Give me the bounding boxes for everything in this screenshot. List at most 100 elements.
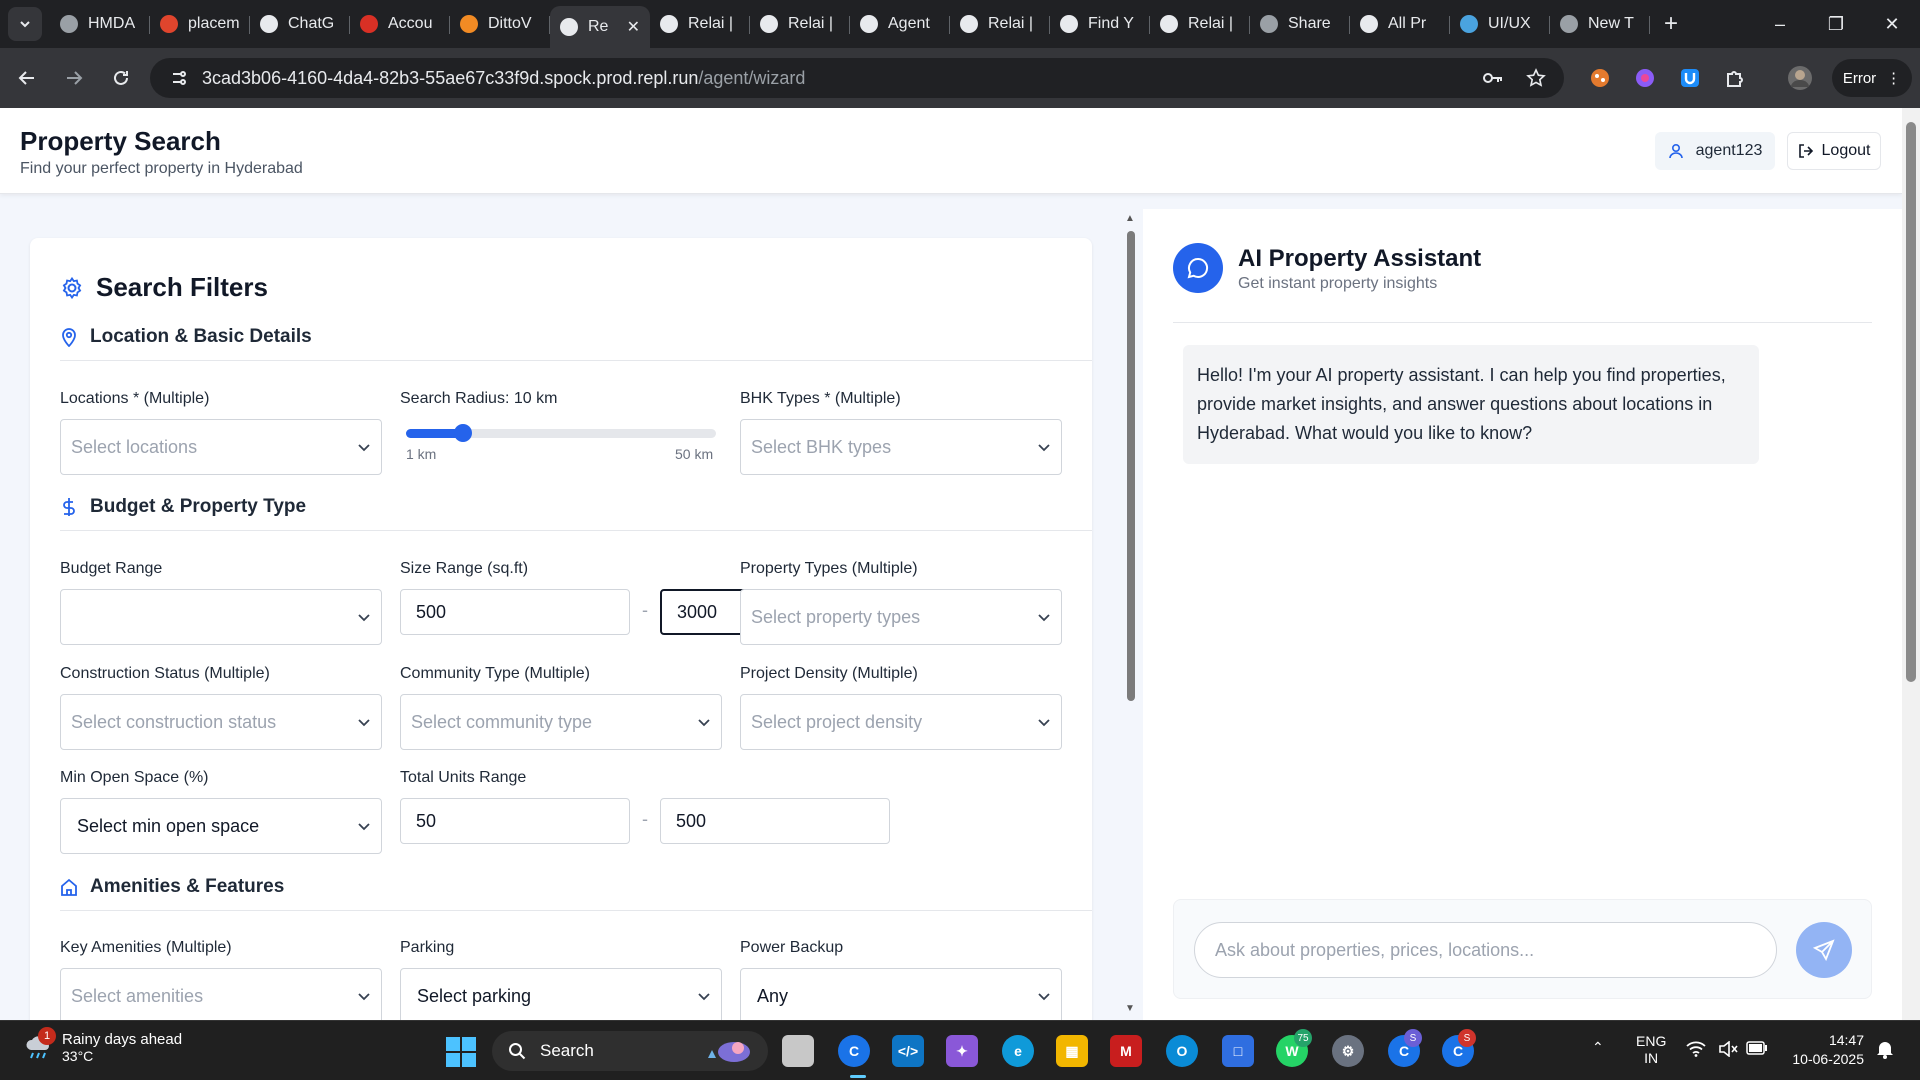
bhk-select[interactable]: Select BHK types: [740, 419, 1062, 475]
wifi-icon[interactable]: [1686, 1041, 1706, 1060]
browser-tab[interactable]: placem: [150, 6, 250, 42]
volume-muted-icon[interactable]: [1718, 1040, 1738, 1060]
browser-tab[interactable]: UI/UX: [1450, 6, 1550, 42]
cortana-taskbar-icon[interactable]: O: [1166, 1035, 1198, 1067]
new-tab-button[interactable]: +: [1664, 10, 1678, 38]
page-scrollbar-thumb[interactable]: [1906, 122, 1916, 682]
bookmark-star-icon[interactable]: [1526, 68, 1546, 88]
chat-input[interactable]: Ask about properties, prices, locations.…: [1194, 922, 1777, 978]
size-min-input[interactable]: 500: [400, 589, 630, 635]
filters-scrollbar-thumb[interactable]: [1127, 231, 1135, 701]
extension-icon-1[interactable]: [1582, 60, 1618, 96]
profile-error-button[interactable]: Error ⋮: [1832, 59, 1912, 97]
community-placeholder: Select community type: [411, 711, 593, 732]
browser-tab[interactable]: Relai |: [950, 6, 1050, 42]
budget-select[interactable]: [60, 589, 382, 645]
browser-tab[interactable]: Relai |: [650, 6, 750, 42]
forward-button[interactable]: [54, 58, 94, 98]
tab-active[interactable]: Re ✕: [550, 6, 650, 48]
app-page: Property Search Find your perfect proper…: [0, 108, 1902, 1020]
start-button[interactable]: [446, 1037, 476, 1067]
weather-widget[interactable]: 1 Rainy days ahead 33°C: [24, 1027, 182, 1064]
send-button[interactable]: [1796, 922, 1852, 978]
open-space-select[interactable]: Select min open space: [60, 798, 382, 854]
store-taskbar-icon[interactable]: □: [1222, 1035, 1254, 1067]
construction-select[interactable]: Select construction status: [60, 694, 382, 750]
extensions-button[interactable]: [1717, 60, 1753, 96]
vscode-taskbar-icon[interactable]: </>: [892, 1035, 924, 1067]
scroll-up-icon[interactable]: ▲: [1125, 213, 1135, 224]
key-icon[interactable]: [1482, 68, 1504, 88]
chevron-down-icon: [20, 21, 30, 28]
extension-icon-2[interactable]: [1627, 60, 1663, 96]
browser-tab[interactable]: Share: [1250, 6, 1350, 42]
page-scrollbar[interactable]: [1902, 108, 1920, 1020]
user-chip[interactable]: agent123: [1655, 132, 1775, 170]
close-window-icon[interactable]: ✕: [1864, 0, 1920, 48]
chrome-taskbar-icon[interactable]: C: [838, 1035, 870, 1067]
windows-taskbar: 1 Rainy days ahead 33°C Search C </> ✦ e…: [0, 1020, 1920, 1080]
budget-label: Budget Range: [60, 560, 163, 577]
search-filters-card: Search Filters Location & Basic Details …: [30, 238, 1092, 1020]
restore-icon[interactable]: ❐: [1808, 0, 1864, 48]
density-label: Project Density (Multiple): [740, 665, 918, 682]
system-clock[interactable]: 14:47 10-06-2025: [1780, 1031, 1864, 1069]
radius-slider[interactable]: [406, 424, 716, 442]
browser-tab[interactable]: Find Y: [1050, 6, 1150, 42]
address-bar[interactable]: 3cad3b06-4160-4da4-82b3-55ae67c33f9d.spo…: [150, 58, 1564, 98]
avatar-icon: [1788, 66, 1812, 90]
reload-button[interactable]: [101, 58, 141, 98]
tray-overflow-icon[interactable]: ⌃: [1592, 1039, 1604, 1056]
units-min-input[interactable]: 50: [400, 798, 630, 844]
community-select[interactable]: Select community type: [400, 694, 722, 750]
more-vert-icon: ⋮: [1886, 70, 1902, 87]
taskbar-search[interactable]: Search: [492, 1031, 768, 1071]
task-view-icon[interactable]: [782, 1035, 814, 1067]
logout-label: Logout: [1821, 142, 1871, 159]
assistant-avatar: [1173, 243, 1223, 293]
language-indicator[interactable]: ENG IN: [1636, 1033, 1666, 1067]
browser-tab[interactable]: New T: [1550, 6, 1650, 42]
browser-tab[interactable]: Relai |: [750, 6, 850, 42]
notification-bell-icon[interactable]: [1876, 1039, 1894, 1062]
minimize-icon[interactable]: –: [1752, 0, 1808, 48]
bhk-label: BHK Types * (Multiple): [740, 390, 901, 407]
browser-tab[interactable]: DittoV: [450, 6, 550, 42]
radius-max-label: 50 km: [675, 446, 714, 462]
density-select[interactable]: Select project density: [740, 694, 1062, 750]
extension-icon-3[interactable]: [1672, 60, 1708, 96]
power-backup-select[interactable]: Any: [740, 968, 1062, 1020]
units-max-input[interactable]: 500: [660, 798, 890, 844]
browser-tab[interactable]: ChatG: [250, 6, 350, 42]
locations-select[interactable]: Select locations: [60, 419, 382, 475]
replit-favicon-icon: [1360, 15, 1378, 33]
copilot-taskbar-icon[interactable]: ✦: [946, 1035, 978, 1067]
file-explorer-taskbar-icon[interactable]: ▦: [1056, 1035, 1088, 1067]
page-title: Property Search: [20, 126, 221, 156]
browser-tab[interactable]: All Pr: [1350, 6, 1450, 42]
filters-scrollbar[interactable]: ▲ ▼: [1123, 209, 1139, 1020]
edge-taskbar-icon[interactable]: e: [1002, 1035, 1034, 1067]
logout-button[interactable]: Logout: [1787, 132, 1881, 170]
scroll-down-icon[interactable]: ▼: [1125, 1003, 1135, 1014]
section-amenities-text: Amenities & Features: [90, 876, 285, 897]
back-button[interactable]: [7, 58, 47, 98]
browser-tab[interactable]: Relai |: [1150, 6, 1250, 42]
browser-tab[interactable]: Accou: [350, 6, 450, 42]
radius-slider-thumb[interactable]: [453, 424, 472, 442]
tab-close-icon[interactable]: ✕: [627, 17, 640, 37]
browser-tab[interactable]: Agent: [850, 6, 950, 42]
property-types-select[interactable]: Select property types: [740, 589, 1062, 645]
mcafee-taskbar-icon[interactable]: M: [1110, 1035, 1142, 1067]
parking-select[interactable]: Select parking: [400, 968, 722, 1020]
profile-avatar[interactable]: [1782, 60, 1818, 96]
battery-icon[interactable]: [1746, 1041, 1768, 1058]
browser-tab[interactable]: HMDA: [50, 6, 150, 42]
size-max-input[interactable]: 3000: [660, 589, 750, 635]
section-budget-heading: Budget & Property Type: [60, 496, 306, 518]
parking-label: Parking: [400, 939, 455, 956]
site-info-icon[interactable]: [170, 69, 188, 87]
amenities-select[interactable]: Select amenities: [60, 968, 382, 1020]
settings-taskbar-icon[interactable]: ⚙: [1332, 1035, 1364, 1067]
tab-search-button[interactable]: [8, 7, 42, 41]
